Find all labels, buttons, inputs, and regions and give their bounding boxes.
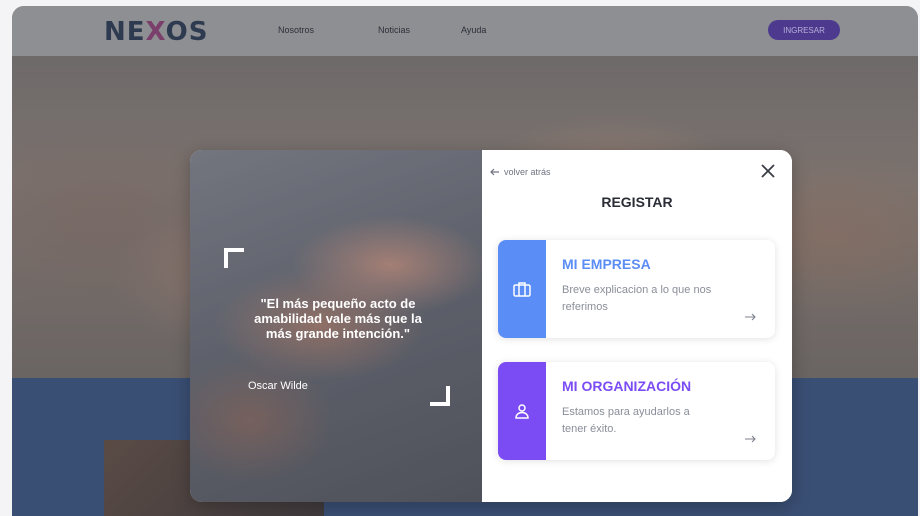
quote-corner-top-left (224, 248, 244, 268)
option-organizacion-sidebar (498, 362, 546, 460)
option-mi-organizacion[interactable]: MI ORGANIZACIÓN Estamos para ayudarlos a… (498, 362, 775, 460)
nexos-logo[interactable]: NEXOS (104, 17, 208, 47)
nav-link-noticias[interactable]: Noticias (378, 25, 410, 35)
back-link-label: volver atrás (504, 167, 551, 177)
nav-link-ayuda[interactable]: Ayuda (461, 25, 486, 35)
login-button[interactable]: INGRESAR (768, 20, 840, 40)
quote-corner-bottom-right (430, 386, 450, 406)
logo-text-end: OS (165, 17, 209, 47)
option-empresa-description: Breve explicacion a lo que nos referimos (562, 284, 712, 313)
logo-text-x: X (145, 17, 166, 47)
option-organizacion-title: MI ORGANIZACIÓN (562, 378, 692, 394)
user-icon (515, 404, 529, 419)
arrow-left-icon (490, 168, 499, 176)
close-icon (761, 164, 775, 178)
option-organizacion-description: Estamos para ayudarlos a tener éxito. (562, 406, 690, 435)
nav-link-nosotros[interactable]: Nosotros (278, 25, 314, 35)
top-navbar: NEXOS Nosotros Noticias Ayuda INGRESAR (12, 6, 918, 56)
back-link[interactable]: volver atrás (490, 167, 551, 177)
option-mi-empresa[interactable]: MI EMPRESA Breve explicacion a lo que no… (498, 240, 775, 338)
close-button[interactable] (760, 164, 776, 180)
arrow-right-icon (744, 310, 756, 324)
modal-title: REGISTAR (601, 194, 673, 210)
briefcase-icon (513, 282, 531, 297)
register-modal: "El más pequeño acto de amabilidad vale … (190, 150, 792, 502)
modal-quote: "El más pequeño acto de amabilidad vale … (254, 296, 422, 341)
option-empresa-title: MI EMPRESA (562, 256, 651, 272)
register-panel: volver atrás REGISTAR MI EMPRESA Breve e… (482, 150, 792, 502)
arrow-right-icon (744, 432, 756, 446)
option-empresa-sidebar (498, 240, 546, 338)
logo-text-start: NE (104, 17, 146, 47)
quote-author: Oscar Wilde (248, 380, 308, 392)
